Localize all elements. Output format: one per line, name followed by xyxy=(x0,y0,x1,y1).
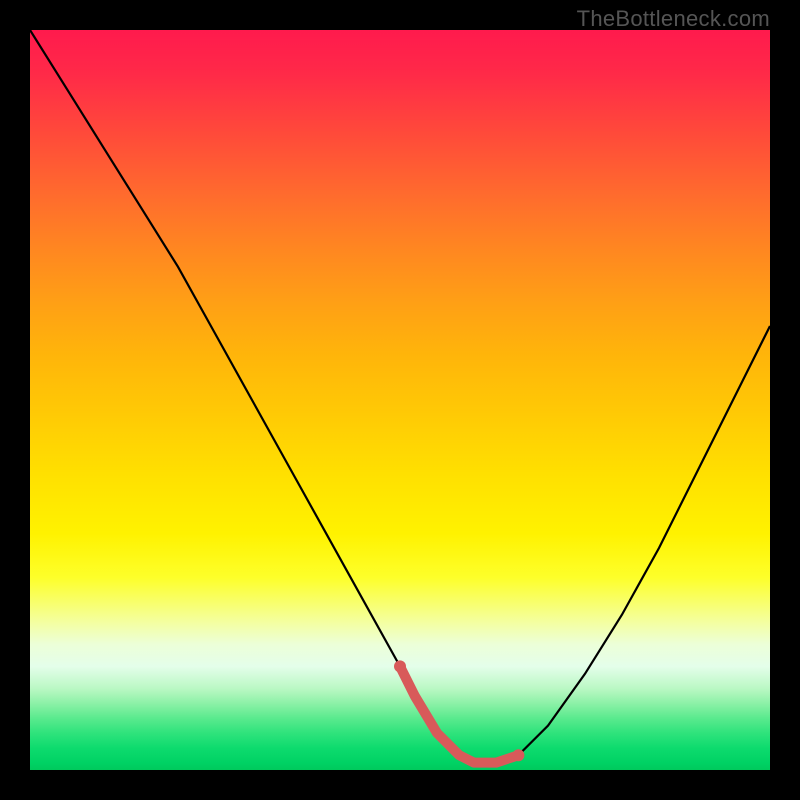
highlight-curve xyxy=(400,666,518,762)
curve-svg xyxy=(30,30,770,770)
highlight-end-dot xyxy=(512,749,524,761)
highlight-start-dot xyxy=(394,660,406,672)
main-curve xyxy=(30,30,770,763)
plot-area xyxy=(30,30,770,770)
chart-frame: TheBottleneck.com xyxy=(0,0,800,800)
watermark-text: TheBottleneck.com xyxy=(577,6,770,32)
